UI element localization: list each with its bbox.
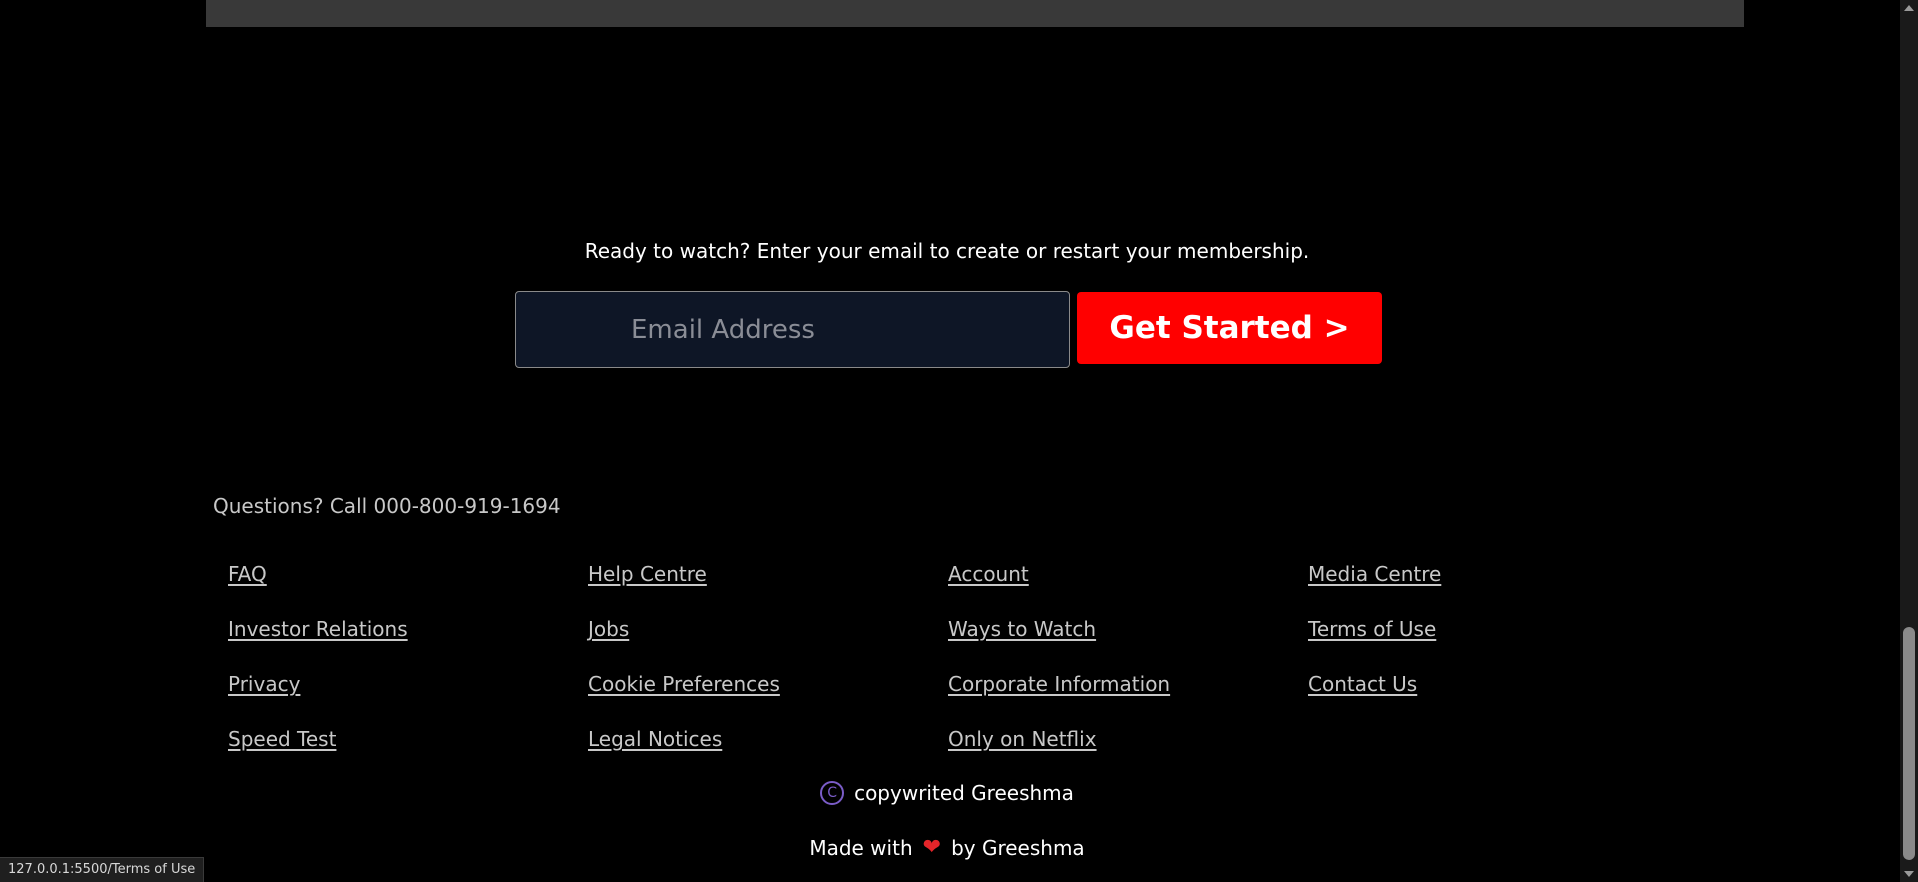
footer-link-cookie-preferences[interactable]: Cookie Preferences bbox=[588, 668, 948, 723]
heart-icon: ❤ bbox=[922, 834, 942, 860]
email-input[interactable] bbox=[515, 291, 1070, 368]
footer-link-only-on-netflix[interactable]: Only on Netflix bbox=[948, 723, 1308, 778]
footer-link-investor-relations[interactable]: Investor Relations bbox=[228, 613, 588, 668]
footer-link-account[interactable]: Account bbox=[948, 558, 1308, 613]
footer-link-jobs[interactable]: Jobs bbox=[588, 613, 948, 668]
copyright-text: copywrited Greeshma bbox=[854, 781, 1074, 805]
made-with-suffix: by Greeshma bbox=[951, 836, 1085, 860]
previous-section-band bbox=[206, 0, 1744, 27]
copyright-line: Ccopywrited Greeshma bbox=[0, 778, 1894, 808]
footer-link-help-centre[interactable]: Help Centre bbox=[588, 558, 948, 613]
vertical-scrollbar[interactable] bbox=[1900, 0, 1918, 882]
browser-status-url: 127.0.0.1:5500/Terms of Use bbox=[0, 857, 205, 882]
cta-text: Ready to watch? Enter your email to crea… bbox=[584, 239, 1310, 263]
footer-link-faq[interactable]: FAQ bbox=[228, 558, 588, 613]
copyright-icon: C bbox=[820, 780, 845, 805]
footer-link-contact-us[interactable]: Contact Us bbox=[1308, 668, 1668, 723]
questions-phone: Questions? Call 000-800-919-1694 bbox=[213, 494, 561, 518]
footer-link-terms-of-use[interactable]: Terms of Use bbox=[1308, 613, 1668, 668]
footer-link-privacy[interactable]: Privacy bbox=[228, 668, 588, 723]
footer-link-corporate-information[interactable]: Corporate Information bbox=[948, 668, 1308, 723]
footer-link-ways-to-watch[interactable]: Ways to Watch bbox=[948, 613, 1308, 668]
scroll-up-arrow-icon[interactable] bbox=[1904, 5, 1914, 11]
made-with-line: Made with ❤ by Greeshma bbox=[0, 833, 1894, 865]
footer-link-legal-notices[interactable]: Legal Notices bbox=[588, 723, 948, 778]
get-started-button[interactable]: Get Started > bbox=[1077, 292, 1382, 364]
footer-link-speed-test[interactable]: Speed Test bbox=[228, 723, 588, 778]
footer-links: FAQ Help Centre Account Media Centre Inv… bbox=[228, 558, 1668, 778]
scroll-down-arrow-icon[interactable] bbox=[1904, 871, 1914, 877]
made-with-prefix: Made with bbox=[809, 836, 913, 860]
footer-link-media-centre[interactable]: Media Centre bbox=[1308, 558, 1668, 613]
page: Ready to watch? Enter your email to crea… bbox=[0, 0, 1918, 882]
scrollbar-thumb[interactable] bbox=[1903, 627, 1915, 860]
